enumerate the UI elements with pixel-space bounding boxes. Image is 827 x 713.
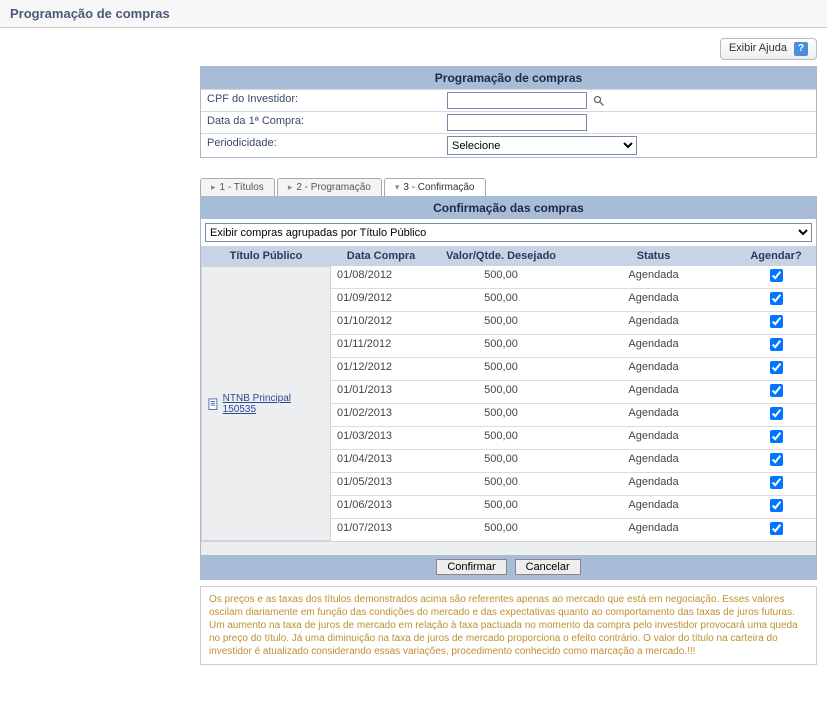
search-icon[interactable] <box>593 95 605 107</box>
agendar-checkbox[interactable] <box>770 269 783 282</box>
cell-data: 01/09/2012 <box>331 289 431 311</box>
cell-status: Agendada <box>571 519 736 541</box>
data1-input[interactable] <box>447 114 587 131</box>
agendar-checkbox[interactable] <box>770 430 783 443</box>
cell-data: 01/01/2013 <box>331 381 431 403</box>
cpf-input[interactable] <box>447 92 587 109</box>
cell-data: 01/10/2012 <box>331 312 431 334</box>
cell-status: Agendada <box>571 289 736 311</box>
cell-status: Agendada <box>571 266 736 288</box>
chevron-right-icon: ▸ <box>288 182 293 193</box>
table-row: 01/12/2012500,00Agendada <box>331 357 816 380</box>
table-row: 01/07/2013500,00Agendada <box>331 518 816 541</box>
cell-data: 01/05/2013 <box>331 473 431 495</box>
col-valor: Valor/Qtde. Desejado <box>431 246 571 266</box>
agendar-checkbox[interactable] <box>770 499 783 512</box>
cell-status: Agendada <box>571 404 736 426</box>
help-icon: ? <box>794 42 808 56</box>
table-footer-spacer <box>201 541 816 555</box>
cell-data: 01/08/2012 <box>331 266 431 288</box>
table-row: 01/11/2012500,00Agendada <box>331 334 816 357</box>
table-row: 01/03/2013500,00Agendada <box>331 426 816 449</box>
cancel-button[interactable]: Cancelar <box>515 559 581 575</box>
cell-status: Agendada <box>571 450 736 472</box>
cell-data: 01/12/2012 <box>331 358 431 380</box>
help-button[interactable]: Exibir Ajuda ? <box>720 38 817 60</box>
table-row: 01/01/2013500,00Agendada <box>331 380 816 403</box>
cell-status: Agendada <box>571 358 736 380</box>
cell-valor: 500,00 <box>431 519 571 541</box>
cell-status: Agendada <box>571 496 736 518</box>
cell-data: 01/04/2013 <box>331 450 431 472</box>
cell-data: 01/07/2013 <box>331 519 431 541</box>
table-row: 01/05/2013500,00Agendada <box>331 472 816 495</box>
table-row: 01/08/2012500,00Agendada <box>331 266 816 288</box>
cell-valor: 500,00 <box>431 266 571 288</box>
table-row: 01/09/2012500,00Agendada <box>331 288 816 311</box>
tab-confirmacao[interactable]: ▾ 3 - Confirmação <box>384 178 486 196</box>
form-panel: Programação de compras CPF do Investidor… <box>200 66 817 158</box>
tab-titulos[interactable]: ▸ 1 - Títulos <box>200 178 275 196</box>
cell-valor: 500,00 <box>431 404 571 426</box>
col-data: Data Compra <box>331 246 431 266</box>
cell-valor: 500,00 <box>431 289 571 311</box>
period-select[interactable]: Selecione <box>447 136 637 155</box>
cell-data: 01/11/2012 <box>331 335 431 357</box>
chevron-right-icon: ▸ <box>211 182 216 193</box>
agendar-checkbox[interactable] <box>770 522 783 535</box>
help-label: Exibir Ajuda <box>729 42 787 54</box>
cell-status: Agendada <box>571 473 736 495</box>
form-panel-title: Programação de compras <box>201 67 816 89</box>
cell-valor: 500,00 <box>431 473 571 495</box>
tab-programacao[interactable]: ▸ 2 - Programação <box>277 178 382 196</box>
col-status: Status <box>571 246 736 266</box>
cell-status: Agendada <box>571 335 736 357</box>
agendar-checkbox[interactable] <box>770 315 783 328</box>
table-row: 01/06/2013500,00Agendada <box>331 495 816 518</box>
page-title: Programação de compras <box>0 0 827 28</box>
period-label: Periodicidade: <box>201 134 441 157</box>
cell-valor: 500,00 <box>431 450 571 472</box>
cell-data: 01/02/2013 <box>331 404 431 426</box>
confirmation-panel: Confirmação das compras Exibir compras a… <box>200 196 817 580</box>
cell-valor: 500,00 <box>431 427 571 449</box>
agendar-checkbox[interactable] <box>770 292 783 305</box>
table-row: 01/04/2013500,00Agendada <box>331 449 816 472</box>
agendar-checkbox[interactable] <box>770 476 783 489</box>
agendar-checkbox[interactable] <box>770 407 783 420</box>
data1-label: Data da 1ª Compra: <box>201 112 441 133</box>
cell-status: Agendada <box>571 427 736 449</box>
cell-valor: 500,00 <box>431 312 571 334</box>
agendar-checkbox[interactable] <box>770 453 783 466</box>
cell-data: 01/06/2013 <box>331 496 431 518</box>
cell-valor: 500,00 <box>431 358 571 380</box>
agendar-checkbox[interactable] <box>770 384 783 397</box>
confirm-button[interactable]: Confirmar <box>436 559 506 575</box>
titulo-link[interactable]: NTNB Principal 150535 <box>223 393 324 415</box>
cell-valor: 500,00 <box>431 496 571 518</box>
table-header: Título Público Data Compra Valor/Qtde. D… <box>201 246 816 266</box>
cell-status: Agendada <box>571 381 736 403</box>
table-row: 01/10/2012500,00Agendada <box>331 311 816 334</box>
table-row: 01/02/2013500,00Agendada <box>331 403 816 426</box>
group-cell: NTNB Principal 150535 <box>201 266 331 541</box>
agendar-checkbox[interactable] <box>770 338 783 351</box>
confirmation-title: Confirmação das compras <box>201 197 816 219</box>
cpf-label: CPF do Investidor: <box>201 90 441 111</box>
wizard-tabs: ▸ 1 - Títulos ▸ 2 - Programação ▾ 3 - Co… <box>200 178 817 196</box>
chevron-down-icon: ▾ <box>395 182 400 193</box>
cell-data: 01/03/2013 <box>331 427 431 449</box>
agendar-checkbox[interactable] <box>770 361 783 374</box>
col-titulo: Título Público <box>201 246 331 266</box>
cell-status: Agendada <box>571 312 736 334</box>
cell-valor: 500,00 <box>431 335 571 357</box>
grouping-select[interactable]: Exibir compras agrupadas por Título Públ… <box>205 223 812 242</box>
cell-valor: 500,00 <box>431 381 571 403</box>
document-icon <box>208 398 219 410</box>
col-agendar: Agendar? <box>736 246 816 266</box>
disclaimer-text: Os preços e as taxas dos títulos demonst… <box>200 586 817 665</box>
